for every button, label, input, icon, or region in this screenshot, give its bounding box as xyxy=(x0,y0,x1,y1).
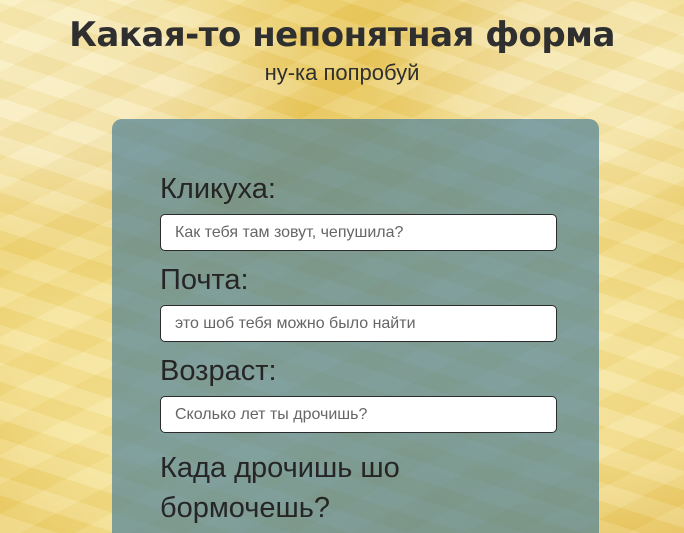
age-label: Возраст: xyxy=(160,355,277,387)
page-subtitle: ну-ка попробуй xyxy=(264,59,420,85)
email-label: Почта: xyxy=(160,264,249,296)
form-card: Кликуха: Почта: Возраст: Када дрочишь шо… xyxy=(112,119,599,533)
page-title: Какая-то непонятная форма xyxy=(69,15,615,55)
mumble-question-label: Када дрочишь шо бормочешь? xyxy=(160,452,400,525)
email-input[interactable] xyxy=(160,305,557,342)
page-header: Какая-то непонятная форма ну-ка попробуй xyxy=(0,0,684,84)
nickname-label: Кликуха: xyxy=(160,173,276,205)
age-input[interactable] xyxy=(160,396,557,433)
nickname-input[interactable] xyxy=(160,214,557,251)
